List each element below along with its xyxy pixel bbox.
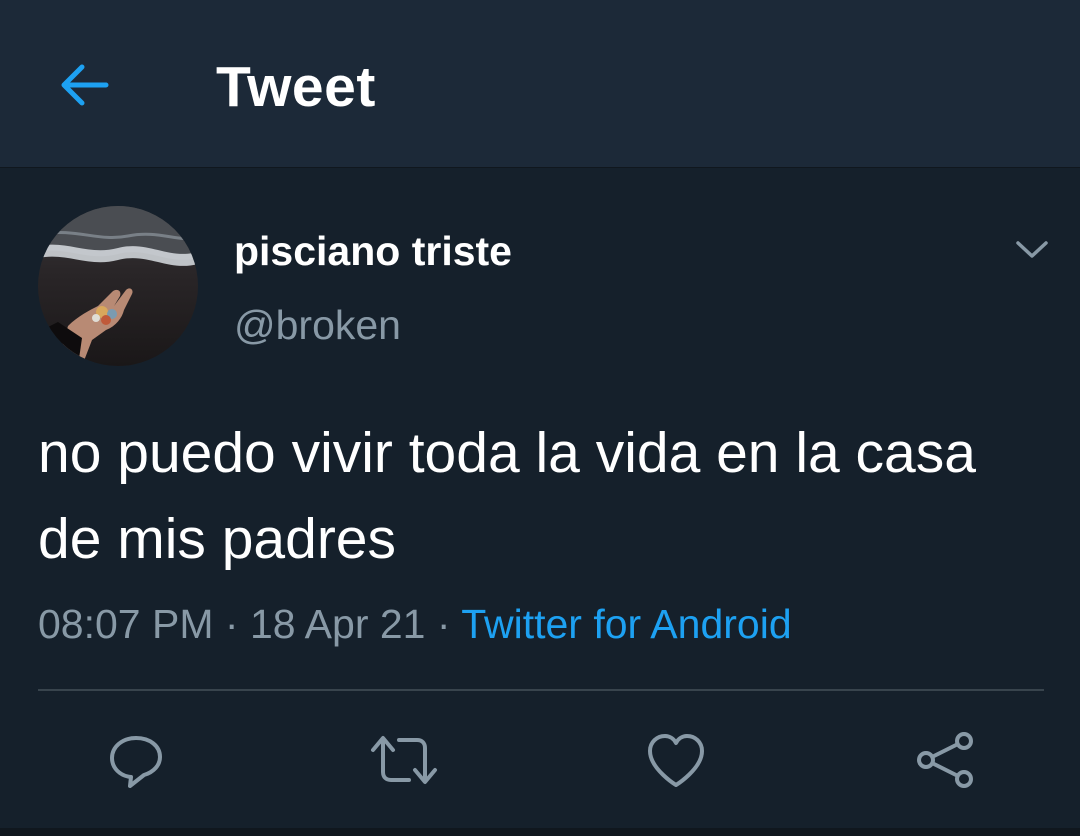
- back-button[interactable]: [46, 50, 122, 120]
- chevron-down-icon: [1016, 241, 1048, 258]
- display-name[interactable]: pisciano triste: [234, 226, 512, 276]
- meta-separator: ·: [436, 601, 462, 647]
- page-title: Tweet: [216, 55, 376, 119]
- arrow-left-icon: [61, 64, 109, 106]
- retweet-icon: [371, 736, 437, 784]
- like-button[interactable]: [640, 724, 712, 796]
- heart-icon: [648, 734, 704, 787]
- tweet-source-link[interactable]: Twitter for Android: [461, 601, 791, 647]
- bottom-edge: [0, 828, 1080, 836]
- more-options-button[interactable]: [1008, 226, 1056, 274]
- divider: [38, 689, 1044, 691]
- reply-icon: [110, 736, 162, 788]
- top-bar: Tweet: [0, 0, 1080, 168]
- avatar[interactable]: [38, 206, 198, 366]
- reply-button[interactable]: [100, 724, 172, 796]
- tweet-text: no puedo vivir toda la vida en la casa d…: [38, 421, 976, 571]
- user-handle[interactable]: @broken: [234, 300, 401, 350]
- avatar-image: [38, 206, 198, 366]
- tweet-time: 08:07 PM: [38, 601, 214, 647]
- share-button[interactable]: [910, 724, 982, 796]
- share-icon: [917, 732, 973, 788]
- meta-separator: ·: [224, 601, 250, 647]
- tweet-meta: 08:07 PM · 18 Apr 21 · Twitter for Andro…: [38, 598, 792, 650]
- retweet-button[interactable]: [368, 724, 440, 796]
- tweet-date: 18 Apr 21: [249, 601, 426, 647]
